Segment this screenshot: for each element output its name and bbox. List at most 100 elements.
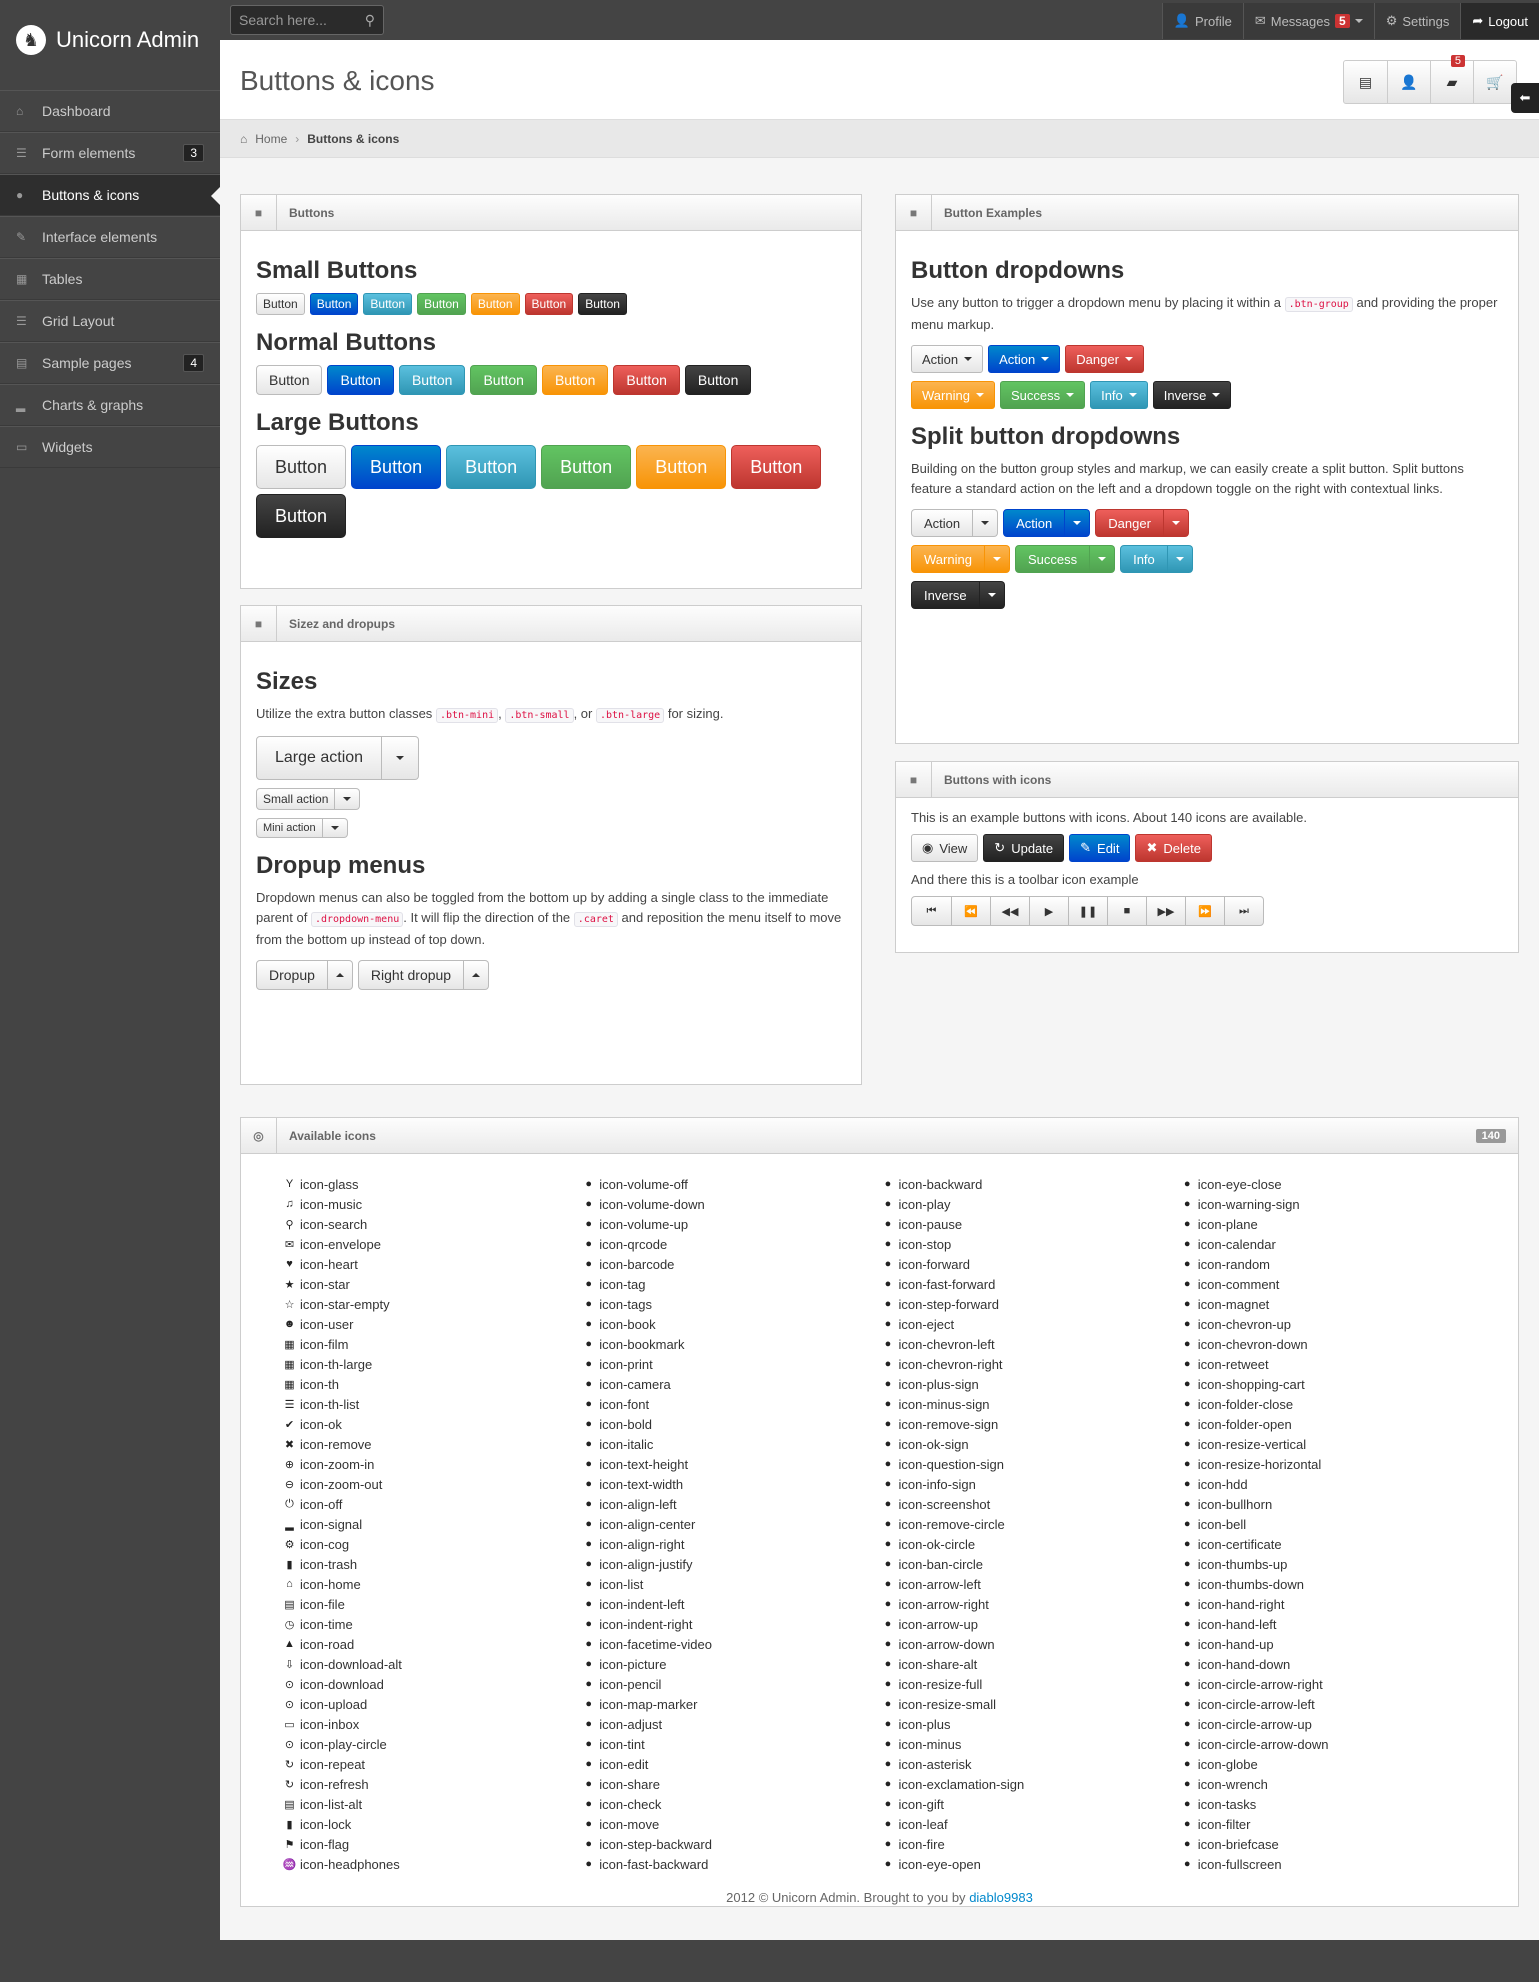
sidebar-item-tables[interactable]: ▦ Tables: [0, 258, 220, 300]
step-backward-icon[interactable]: ⏮: [912, 897, 951, 925]
inverse-dropdown-button[interactable]: Inverse: [1152, 381, 1232, 409]
small-warning-button[interactable]: Button: [470, 293, 520, 315]
profile-button[interactable]: 👤 Profile: [1161, 3, 1243, 39]
small-action-button[interactable]: Small action: [256, 788, 336, 810]
sidebar-item-buttons-icons[interactable]: ● Buttons & icons: [0, 174, 220, 216]
update-button[interactable]: ↻ Update: [983, 834, 1065, 862]
split-warning-button[interactable]: Warning: [911, 545, 985, 573]
normal-default-button[interactable]: Button: [256, 365, 323, 395]
normal-success-button[interactable]: Button: [470, 365, 537, 395]
fast-forward-icon[interactable]: ⏩: [1185, 897, 1224, 925]
info-dropdown-button[interactable]: Info: [1090, 381, 1148, 409]
settings-button[interactable]: ⚙ Settings: [1373, 3, 1461, 39]
large-default-button[interactable]: Button: [256, 445, 347, 489]
split-primary-button[interactable]: Action: [1003, 509, 1066, 537]
split-success-toggle[interactable]: [1090, 545, 1116, 573]
app-brand[interactable]: Unicorn Admin: [56, 27, 199, 53]
small-inverse-button[interactable]: Button: [578, 293, 627, 315]
large-success-button[interactable]: Button: [541, 445, 632, 489]
small-action-toggle[interactable]: [335, 788, 361, 810]
large-danger-button[interactable]: Button: [731, 445, 822, 489]
small-primary-button[interactable]: Button: [309, 293, 359, 315]
small-success-button[interactable]: Button: [417, 293, 466, 315]
tag-icon: ●: [585, 1278, 593, 1290]
large-primary-button[interactable]: Button: [351, 445, 442, 489]
pause-icon[interactable]: ❚❚: [1068, 897, 1107, 925]
large-warning-button[interactable]: Button: [636, 445, 727, 489]
step-forward-icon[interactable]: ⏭: [1224, 897, 1263, 925]
split-inverse-button[interactable]: Inverse: [911, 581, 980, 609]
right-dropup-toggle[interactable]: [464, 960, 490, 990]
split-info-button[interactable]: Info: [1120, 545, 1168, 573]
action-dropdown-button[interactable]: Action: [911, 345, 984, 373]
footer-link[interactable]: diablo9983: [969, 1890, 1033, 1905]
normal-primary-button[interactable]: Button: [327, 365, 394, 395]
split-primary-toggle[interactable]: [1065, 509, 1091, 537]
breadcrumb-current[interactable]: Buttons & icons: [307, 132, 399, 146]
icon-list-item: ● icon-backward: [880, 1174, 1179, 1194]
sidebar-toggle-button[interactable]: ⬅: [1511, 83, 1539, 113]
messages-button[interactable]: ✉ Messages 5: [1242, 3, 1374, 39]
split-warning-toggle[interactable]: [984, 545, 1010, 573]
action-primary-dropdown-button[interactable]: Action: [988, 345, 1061, 373]
logout-button[interactable]: ➦ Logout: [1460, 3, 1539, 39]
large-action-toggle[interactable]: [382, 736, 420, 780]
icon-name: icon-off: [300, 1496, 343, 1512]
split-danger-toggle[interactable]: [1163, 509, 1189, 537]
small-danger-button[interactable]: Button: [524, 293, 574, 315]
sidebar-item-form-elements[interactable]: ☰ Form elements 3: [0, 132, 220, 174]
bullhorn-icon: ●: [1183, 1498, 1191, 1510]
split-danger-button[interactable]: Danger: [1095, 509, 1164, 537]
bookmark-icon: ■: [896, 194, 932, 231]
dropup-toggle[interactable]: [327, 960, 353, 990]
dropup-button[interactable]: Dropup: [256, 960, 328, 990]
ok-circle-icon: ●: [884, 1538, 892, 1550]
mini-action-toggle[interactable]: [322, 818, 348, 838]
icon-name: icon-stop: [898, 1236, 952, 1252]
breadcrumb-home[interactable]: Home: [255, 132, 287, 146]
normal-inverse-button[interactable]: Button: [684, 365, 752, 395]
backward-icon[interactable]: ◀◀: [990, 897, 1029, 925]
sidebar-item-grid-layout[interactable]: ☰ Grid Layout: [0, 300, 220, 342]
warning-dropdown-button[interactable]: Warning: [911, 381, 995, 409]
shopping-cart-button[interactable]: 🛒: [1473, 61, 1516, 103]
minus-sign-icon: ●: [884, 1398, 892, 1410]
file-button[interactable]: ▤: [1344, 61, 1387, 103]
stop-icon[interactable]: ■: [1107, 897, 1146, 925]
normal-danger-button[interactable]: Button: [613, 365, 680, 395]
danger-dropdown-button[interactable]: Danger: [1065, 345, 1144, 373]
large-action-button[interactable]: Large action: [256, 736, 383, 780]
forward-icon[interactable]: ▶▶: [1146, 897, 1185, 925]
play-icon[interactable]: ▶: [1029, 897, 1068, 925]
large-inverse-button[interactable]: Button: [256, 494, 347, 538]
user-button[interactable]: 👤: [1387, 61, 1430, 103]
sidebar-item-interface-elements[interactable]: ✎ Interface elements: [0, 216, 220, 258]
small-info-button[interactable]: Button: [363, 293, 413, 315]
comment-button[interactable]: ▰ 5: [1430, 55, 1473, 103]
delete-button[interactable]: ✖ Delete: [1135, 834, 1212, 862]
normal-warning-button[interactable]: Button: [541, 365, 609, 395]
split-inverse-toggle[interactable]: [979, 581, 1005, 609]
split-action-button[interactable]: Action: [911, 509, 974, 537]
right-dropup-button[interactable]: Right dropup: [357, 960, 465, 990]
view-button[interactable]: ◉ View: [911, 834, 979, 862]
edit-button[interactable]: ✎ Edit: [1069, 834, 1131, 862]
split-info-toggle[interactable]: [1167, 545, 1193, 573]
split-success-button[interactable]: Success: [1014, 545, 1091, 573]
sidebar-item-sample-pages[interactable]: ▤ Sample pages 4: [0, 342, 220, 384]
mini-action-button[interactable]: Mini action: [256, 818, 323, 838]
sidebar-item-dashboard[interactable]: ⌂ Dashboard: [0, 90, 220, 132]
search-icon[interactable]: ⚲: [365, 12, 375, 29]
success-dropdown-button[interactable]: Success: [999, 381, 1086, 409]
split-action-toggle[interactable]: [973, 509, 999, 537]
fast-backward-icon[interactable]: ⏪: [951, 897, 990, 925]
pause-icon: ●: [884, 1218, 892, 1230]
file-icon: ▤: [1358, 73, 1373, 90]
large-info-button[interactable]: Button: [446, 445, 537, 489]
small-default-button[interactable]: Button: [256, 293, 305, 315]
pencil-icon: ●: [585, 1678, 593, 1690]
search-input[interactable]: [239, 12, 349, 28]
sidebar-item-charts-graphs[interactable]: ▂ Charts & graphs: [0, 384, 220, 426]
normal-info-button[interactable]: Button: [398, 365, 466, 395]
sidebar-item-widgets[interactable]: ▭ Widgets: [0, 426, 220, 468]
